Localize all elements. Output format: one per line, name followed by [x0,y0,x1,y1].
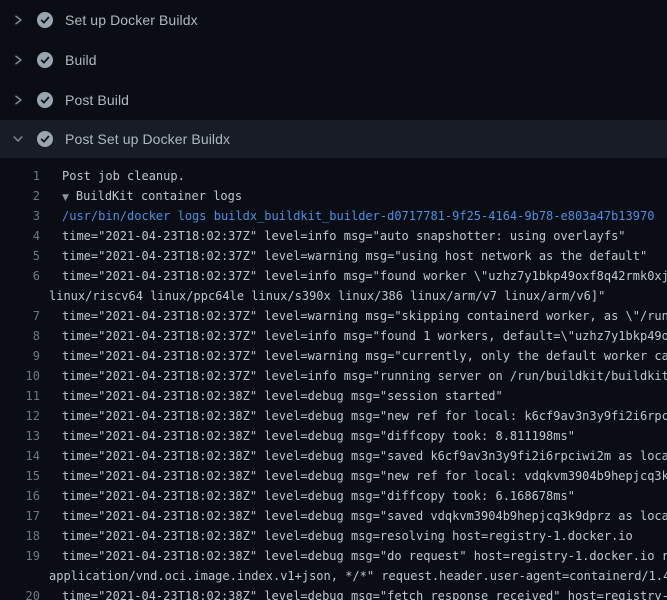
log-line: 10 time="2021-04-23T18:02:37Z" level=inf… [0,366,667,386]
log-line: 13 time="2021-04-23T18:02:38Z" level=deb… [0,426,667,446]
chevron-right-icon [12,14,24,26]
log-line: 1 Post job cleanup. [0,166,667,186]
command-text: /usr/bin/docker logs buildx_buildkit_bui… [62,206,654,226]
line-number[interactable]: 11 [0,386,40,406]
log-text: linux/riscv64 linux/ppc64le linux/s390x … [49,286,605,306]
line-number[interactable]: 19 [0,546,40,566]
chevron-icon[interactable] [11,53,25,67]
line-number[interactable]: 1 [0,166,40,186]
log-text: Post job cleanup. [62,166,185,186]
group-toggle-icon[interactable]: ▼ [62,193,69,203]
line-number[interactable]: 14 [0,446,40,466]
chevron-right-icon [12,54,24,66]
chevron-right-icon [12,94,24,106]
line-number[interactable]: 6 [0,266,40,286]
chevron-icon[interactable] [11,132,25,146]
step-label: Post Set up Docker Buildx [65,132,230,146]
line-number[interactable]: 4 [0,226,40,246]
log-text: time="2021-04-23T18:02:38Z" level=debug … [62,486,575,506]
log-text: ▼ BuildKit container logs [62,186,242,206]
actions-log-panel: Set up Docker Buildx Build [0,0,667,600]
log-line: 14 time="2021-04-23T18:02:38Z" level=deb… [0,446,667,466]
log-text: time="2021-04-23T18:02:38Z" level=debug … [62,446,667,466]
step-row-build[interactable]: Build [0,40,667,80]
log-text: time="2021-04-23T18:02:38Z" level=debug … [62,506,667,526]
step-list: Set up Docker Buildx Build [0,0,667,158]
log-line: linux/riscv64 linux/ppc64le linux/s390x … [0,286,667,306]
log-line: 17 time="2021-04-23T18:02:38Z" level=deb… [0,506,667,526]
step-row-set-up-docker-buildx[interactable]: Set up Docker Buildx [0,0,667,40]
check-circle-icon [37,131,53,147]
log-text: time="2021-04-23T18:02:38Z" level=debug … [62,466,667,486]
step-label: Set up Docker Buildx [65,13,198,27]
chevron-down-icon [12,133,24,145]
log-line: 12 time="2021-04-23T18:02:38Z" level=deb… [0,406,667,426]
log-line: 9 time="2021-04-23T18:02:37Z" level=warn… [0,346,667,366]
line-number[interactable]: 8 [0,326,40,346]
line-number[interactable]: 3 [0,206,40,226]
line-number[interactable]: 20 [0,586,40,600]
log-line: 19 time="2021-04-23T18:02:38Z" level=deb… [0,546,667,566]
step-row-post-set-up-docker-buildx[interactable]: Post Set up Docker Buildx [0,120,667,158]
log-line: 5 time="2021-04-23T18:02:37Z" level=warn… [0,246,667,266]
line-number[interactable]: 2 [0,186,40,206]
log-text: time="2021-04-23T18:02:38Z" level=debug … [62,386,503,406]
log-line: 4 time="2021-04-23T18:02:37Z" level=info… [0,226,667,246]
line-number[interactable]: 5 [0,246,40,266]
line-number[interactable]: 16 [0,486,40,506]
line-number[interactable]: 9 [0,346,40,366]
check-circle-icon [37,12,53,28]
line-number[interactable]: 7 [0,306,40,326]
log-text: time="2021-04-23T18:02:37Z" level=warnin… [62,306,667,326]
check-circle-icon [37,52,53,68]
log-line: 16 time="2021-04-23T18:02:38Z" level=deb… [0,486,667,506]
log-text: time="2021-04-23T18:02:38Z" level=debug … [62,526,633,546]
log-line: 6 time="2021-04-23T18:02:37Z" level=info… [0,266,667,286]
log-body: 1 Post job cleanup. 2 ▼ BuildKit containe… [0,158,667,600]
log-line: application/vnd.oci.image.index.v1+json,… [0,566,667,586]
log-line: 18 time="2021-04-23T18:02:38Z" level=deb… [0,526,667,546]
line-number[interactable]: 10 [0,366,40,386]
log-text: time="2021-04-23T18:02:38Z" level=debug … [62,406,667,426]
log-text: time="2021-04-23T18:02:37Z" level=warnin… [62,346,667,366]
step-row-post-build[interactable]: Post Build [0,80,667,120]
log-text: time="2021-04-23T18:02:38Z" level=debug … [62,426,575,446]
log-line: 2 ▼ BuildKit container logs [0,186,667,206]
log-text: time="2021-04-23T18:02:38Z" level=debug … [62,546,667,566]
log-line: 11 time="2021-04-23T18:02:38Z" level=deb… [0,386,667,406]
chevron-icon[interactable] [11,93,25,107]
log-text: time="2021-04-23T18:02:37Z" level=info m… [62,266,667,286]
line-number[interactable]: 12 [0,406,40,426]
log-line: 7 time="2021-04-23T18:02:37Z" level=warn… [0,306,667,326]
line-number[interactable]: 13 [0,426,40,446]
chevron-icon[interactable] [11,13,25,27]
log-line: 15 time="2021-04-23T18:02:38Z" level=deb… [0,466,667,486]
log-line: 20 time="2021-04-23T18:02:38Z" level=deb… [0,586,667,600]
line-number[interactable]: 18 [0,526,40,546]
log-text: time="2021-04-23T18:02:37Z" level=info m… [62,226,626,246]
log-text: time="2021-04-23T18:02:37Z" level=info m… [62,366,667,386]
log-text: time="2021-04-23T18:02:37Z" level=warnin… [62,246,647,266]
line-number[interactable]: 17 [0,506,40,526]
log-text: time="2021-04-23T18:02:37Z" level=info m… [62,326,667,346]
log-text: time="2021-04-23T18:02:38Z" level=debug … [62,586,667,600]
check-circle-icon [37,92,53,108]
group-label[interactable]: BuildKit container logs [76,189,242,203]
step-label: Post Build [65,93,129,107]
log-line: 3 /usr/bin/docker logs buildx_buildkit_b… [0,206,667,226]
log-text: application/vnd.oci.image.index.v1+json,… [49,566,667,586]
step-label: Build [65,53,97,67]
log-line: 8 time="2021-04-23T18:02:37Z" level=info… [0,326,667,346]
line-number[interactable]: 15 [0,466,40,486]
